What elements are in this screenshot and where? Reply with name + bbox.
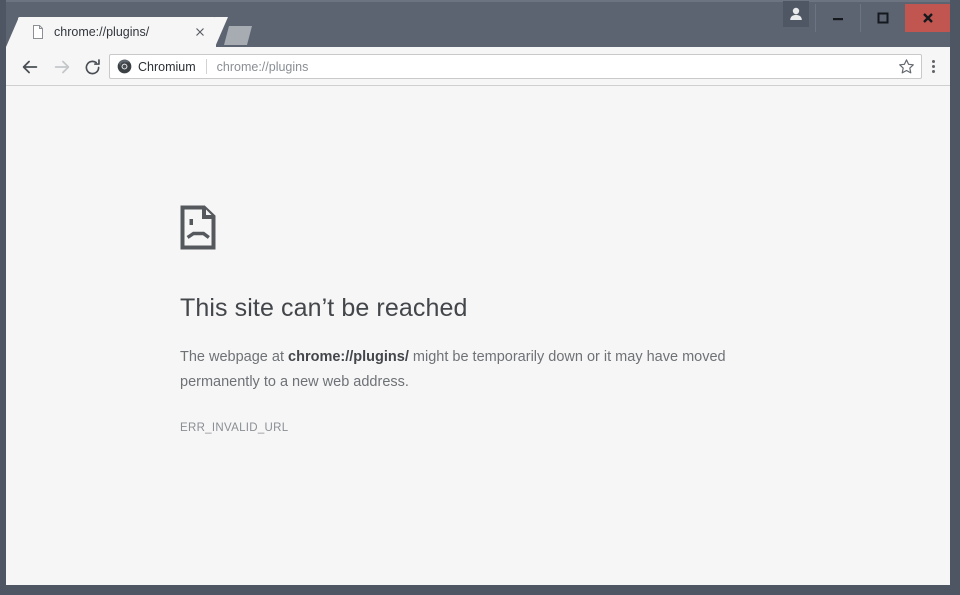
close-window-button[interactable] [905,4,950,32]
generic-page-icon [30,24,46,40]
star-outline-icon[interactable] [897,57,916,76]
tab-title: chrome://plugins/ [54,25,150,39]
page-content-area: This site can’t be reached The webpage a… [6,86,950,585]
browser-window: chrome://plugins/ Chromium chrome://plug… [0,0,960,595]
tab-close-icon[interactable] [192,24,208,40]
new-tab-button[interactable] [222,24,254,47]
forward-button[interactable] [48,53,76,81]
reload-button[interactable] [78,53,106,81]
error-description: The webpage at chrome://plugins/ might b… [180,345,760,395]
address-bar[interactable]: Chromium chrome://plugins [109,54,922,79]
window-caption-buttons [815,4,950,32]
menu-dot [932,70,935,73]
minimize-button[interactable] [815,4,860,32]
error-heading: This site can’t be reached [180,294,468,322]
profile-avatar-button[interactable] [783,1,809,27]
chromium-logo-icon [117,59,132,74]
menu-dot [932,60,935,63]
omnibox-separator [205,59,207,74]
sad-page-icon [180,205,216,250]
three-dots-vertical-icon[interactable] [924,57,943,76]
error-code: ERR_INVALID_URL [180,422,289,434]
tab-chrome-plugins[interactable]: chrome://plugins/ [6,17,228,47]
error-body-url: chrome://plugins/ [288,349,409,365]
maximize-button[interactable] [860,4,905,32]
back-button[interactable] [16,53,44,81]
error-page: This site can’t be reached The webpage a… [180,205,780,434]
browser-toolbar: Chromium chrome://plugins [6,47,950,86]
window-frame-bottom-edge [0,585,960,595]
error-body-prefix: The webpage at [180,349,289,365]
omnibox-url-text: chrome://plugins [216,59,309,74]
site-identity-chip[interactable]: Chromium [110,59,196,74]
window-frame-right-edge [950,0,960,595]
tab-strip: chrome://plugins/ [0,0,960,47]
site-chip-label: Chromium [138,59,196,74]
menu-dot [932,65,935,68]
